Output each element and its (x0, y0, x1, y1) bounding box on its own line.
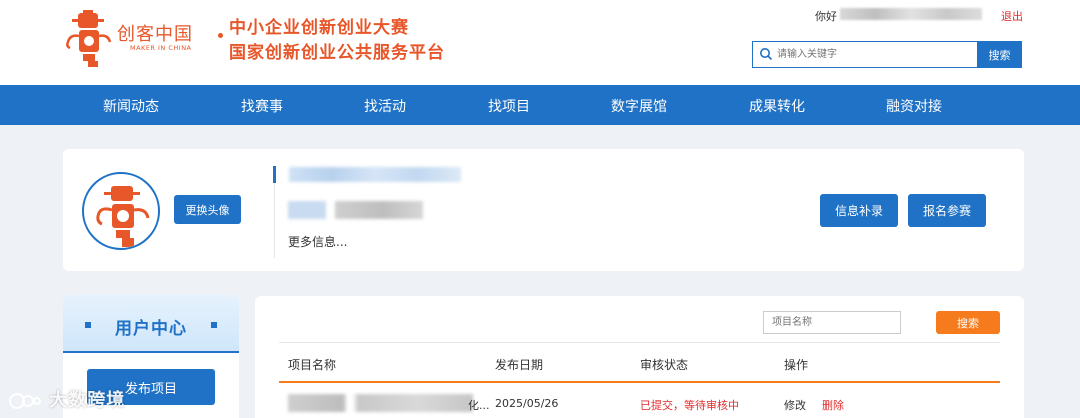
main-nav: 新闻动态 找赛事 找活动 找项目 数字展馆 成果转化 融资对接 (0, 85, 1080, 125)
watermark: 大数跨境 (8, 386, 125, 412)
company-name-redacted (289, 167, 461, 182)
site-search-box (752, 41, 978, 68)
nav-item-digital-hall[interactable]: 数字展馆 (611, 96, 667, 116)
nav-item-activities[interactable]: 找活动 (364, 96, 406, 116)
table-header-underline (279, 381, 1000, 383)
nav-item-competitions[interactable]: 找赛事 (241, 96, 283, 116)
watermark-logo-icon (9, 393, 41, 409)
column-header-date: 发布日期 (495, 358, 544, 372)
username-redacted (840, 8, 982, 20)
robot-avatar-icon (96, 186, 150, 247)
column-header-actions: 操作 (784, 358, 809, 372)
sidebar-header: 用户中心 (63, 295, 239, 353)
name-marker (273, 166, 276, 183)
register-competition-button[interactable]: 报名参赛 (908, 194, 986, 227)
more-info-link[interactable]: 更多信息... (288, 233, 347, 250)
project-name-redacted (288, 394, 473, 412)
delete-link[interactable]: 删除 (822, 397, 844, 413)
robot-logo-icon[interactable] (64, 10, 114, 68)
edit-link[interactable]: 修改 (784, 397, 806, 413)
info-supplement-button[interactable]: 信息补录 (820, 194, 898, 227)
slogan-line1: 中小企业创新创业大赛 (229, 18, 409, 38)
profile-card: 更换头像 更多信息... 信息补录 报名参赛 (63, 149, 1024, 271)
nav-item-news[interactable]: 新闻动态 (103, 96, 159, 116)
slogan-line2: 国家创新创业公共服务平台 (229, 43, 445, 63)
site-search-button[interactable]: 搜索 (977, 41, 1022, 68)
site-header: 创客中国 MAKER IN CHINA 中小企业创新创业大赛 国家创新创业公共服… (0, 0, 1080, 85)
nav-item-financing[interactable]: 融资对接 (886, 96, 942, 116)
project-search-button[interactable]: 搜索 (936, 311, 1000, 334)
nav-item-tech-transfer[interactable]: 成果转化 (749, 96, 805, 116)
profile-detail-redacted (288, 201, 423, 219)
logo-subtext: MAKER IN CHINA (130, 44, 192, 52)
site-search-input[interactable] (777, 45, 972, 64)
project-name-suffix: 化... (468, 399, 490, 412)
search-icon (760, 48, 773, 61)
project-status: 已提交，等待审核中 (640, 399, 739, 412)
project-name-search-input[interactable] (763, 311, 901, 334)
logout-link[interactable]: 退出 (1001, 8, 1023, 24)
column-header-name: 项目名称 (288, 358, 337, 372)
greeting-text: 你好 (815, 10, 837, 23)
watermark-text: 大数跨境 (49, 390, 126, 411)
project-date: 2025/05/26 (495, 397, 559, 410)
change-avatar-button[interactable]: 更换头像 (174, 195, 241, 224)
nav-item-projects[interactable]: 找项目 (488, 96, 530, 116)
logo-dot (218, 33, 223, 38)
logo-text[interactable]: 创客中国 (117, 20, 193, 46)
project-list-panel: 搜索 项目名称 发布日期 审核状态 操作 化... 2025/05/26 已提交… (255, 296, 1024, 418)
avatar (82, 172, 160, 250)
table-top-divider (279, 342, 1000, 343)
square-bullet-icon (211, 322, 217, 328)
column-header-status: 审核状态 (640, 358, 689, 372)
